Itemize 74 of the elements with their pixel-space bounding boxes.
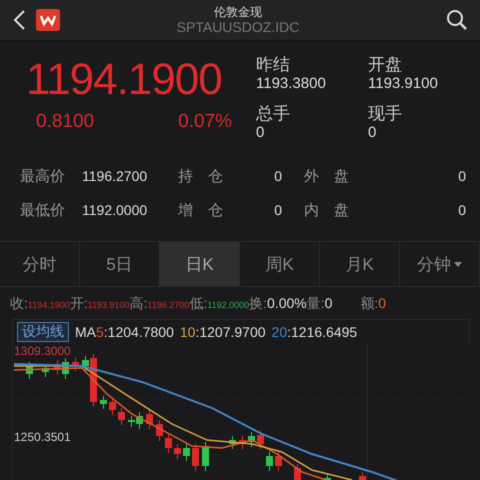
info-label: 低: <box>189 295 208 313</box>
candle <box>248 432 255 448</box>
axis-mid-label: 1250.3501 <box>14 430 71 444</box>
summary-value: 0 <box>368 124 378 142</box>
info-label: 高: <box>130 295 148 313</box>
ma-value: MA5:1204.7800 <box>75 324 174 340</box>
stat-value: 0 <box>273 202 282 218</box>
candle <box>275 452 282 472</box>
summary-label: 昨结 <box>256 55 291 75</box>
candle <box>266 452 273 472</box>
stat-value: 1196.2700 <box>82 168 148 184</box>
candle <box>229 436 236 450</box>
stat-label: 最高价 <box>20 166 66 186</box>
info-value: 1193.9100 <box>88 300 130 310</box>
info-label: 开: <box>70 295 88 313</box>
summary-label: 总手 <box>256 104 291 124</box>
info-value: 0.00% <box>267 295 307 311</box>
ma-value: 10:1207.9700 <box>180 324 266 340</box>
ma-value: 20:1216.6495 <box>272 324 358 340</box>
candle <box>174 444 181 460</box>
candle <box>257 430 264 450</box>
last-price: 1194.1900 <box>26 55 223 105</box>
app-logo-icon <box>36 9 60 31</box>
candle <box>324 474 331 480</box>
candle <box>26 362 33 380</box>
info-label: 额: <box>360 295 378 313</box>
summary-value: 1193.3800 <box>256 75 327 93</box>
set-ma-button[interactable]: 设均线 <box>17 322 69 342</box>
info-label: 收: <box>10 295 28 313</box>
stat-value: 0 <box>273 168 282 184</box>
candle <box>239 436 246 450</box>
search-icon[interactable] <box>446 9 468 31</box>
stat-value: 0 <box>457 168 466 184</box>
stat-value: 0 <box>457 202 466 218</box>
info-value: 1194.1900 <box>28 300 70 310</box>
summary-label: 开盘 <box>368 55 403 75</box>
candle <box>109 398 116 416</box>
candle <box>100 396 107 410</box>
summary-value: 0 <box>256 124 266 142</box>
candle <box>359 472 366 480</box>
info-value: 1196.2700 <box>147 300 190 310</box>
info-label: 换: <box>249 295 268 313</box>
info-label: 量: <box>306 295 325 313</box>
candle <box>202 442 209 472</box>
back-icon[interactable] <box>12 9 26 31</box>
candle <box>192 444 199 472</box>
info-value: 1192.0000 <box>207 300 250 310</box>
candle <box>294 464 301 480</box>
stat-label: 内 盘 <box>303 200 350 220</box>
candle <box>72 358 79 372</box>
candle <box>183 444 190 462</box>
price-change: 0.8100 <box>36 111 94 133</box>
stat-label: 外 盘 <box>303 166 350 186</box>
chart-period-tab[interactable]: 分时 <box>0 242 80 286</box>
candle <box>118 408 125 426</box>
chart-period-tab[interactable]: 周K <box>240 242 320 286</box>
axis-max-label: 1309.3000 <box>14 344 71 358</box>
info-value: 0 <box>378 295 386 311</box>
summary-value: 1193.9100 <box>368 75 439 93</box>
instrument-title: 伦敦金现 <box>214 6 262 18</box>
stat-label: 增 仓 <box>178 200 224 220</box>
info-value: 0 <box>324 295 332 311</box>
stat-value: 1192.0000 <box>82 202 148 218</box>
candle <box>156 420 163 442</box>
chart-period-tab[interactable]: 月K <box>320 242 400 286</box>
instrument-code: SPTAUUSDOZ.IDC <box>176 18 300 34</box>
candle <box>146 410 153 430</box>
chart-period-tab[interactable]: 分钟 <box>400 242 480 286</box>
stat-label: 最低价 <box>20 200 66 220</box>
change-percent: 0.07% <box>178 111 232 133</box>
candle <box>165 434 172 454</box>
stat-label: 持 仓 <box>178 166 224 186</box>
summary-label: 现手 <box>368 104 403 124</box>
chart-period-tab[interactable]: 日K <box>160 242 240 286</box>
